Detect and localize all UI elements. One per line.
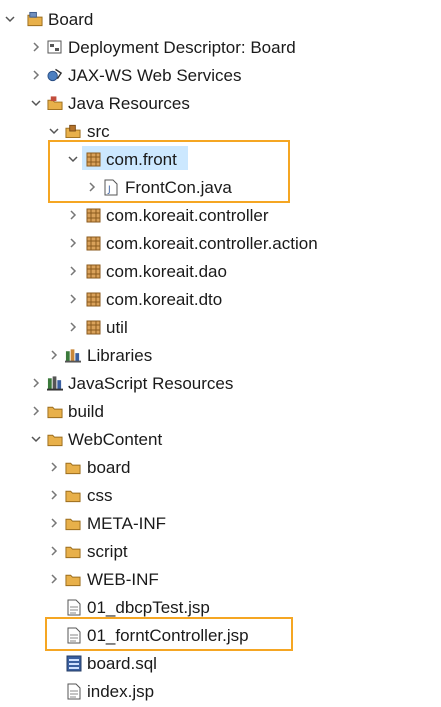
- tree-item-util[interactable]: util: [0, 315, 441, 339]
- tree-item-deployment-descriptor[interactable]: Deployment Descriptor: Board: [0, 35, 441, 59]
- tree-item-label: META-INF: [87, 514, 167, 533]
- tree-item-label: FrontCon.java: [125, 178, 232, 197]
- folder-icon: [65, 486, 81, 504]
- chevron-right-icon[interactable]: [66, 233, 80, 253]
- tree-item-label: Java Resources: [68, 94, 190, 113]
- tree-item-com-koreait-dto[interactable]: com.koreait.dto: [0, 287, 441, 311]
- tree-item-label: css: [87, 486, 113, 505]
- project-icon: [27, 10, 43, 28]
- chevron-right-icon[interactable]: [47, 345, 61, 365]
- tree-item-label: com.koreait.dao: [106, 262, 227, 281]
- chevron-down-icon[interactable]: [66, 149, 80, 169]
- tree-item-label: WebContent: [68, 430, 163, 449]
- chevron-right-icon[interactable]: [47, 541, 61, 561]
- libraries-icon: [65, 346, 81, 364]
- tree-item-meta-inf[interactable]: META-INF: [0, 511, 441, 535]
- web-services-icon: [47, 66, 63, 84]
- package-icon: [85, 234, 101, 252]
- tree-item-label: com.front: [106, 150, 177, 169]
- tree-item-label: build: [68, 402, 104, 421]
- tree-item-java-resources[interactable]: Java Resources: [0, 91, 441, 115]
- tree-item-board-sql[interactable]: board.sql: [0, 651, 441, 675]
- project-explorer-tree: Board Deployment Descriptor: Board JAX-W…: [0, 0, 441, 707]
- tree-item-label: Deployment Descriptor: Board: [68, 38, 296, 57]
- folder-icon: [65, 542, 81, 560]
- tree-item-label: com.koreait.controller: [106, 206, 269, 225]
- tree-item-webcontent[interactable]: WebContent: [0, 427, 441, 451]
- chevron-down-icon[interactable]: [3, 9, 17, 29]
- svg-text:J: J: [107, 185, 111, 195]
- tree-item-frontcon-java[interactable]: J FrontCon.java: [0, 175, 441, 199]
- tree-item-label: JavaScript Resources: [68, 374, 234, 393]
- tree-item-dbcptest-jsp[interactable]: 01_dbcpTest.jsp: [0, 595, 441, 619]
- sql-file-icon: [66, 654, 82, 672]
- chevron-down-icon[interactable]: [47, 121, 61, 141]
- folder-icon: [65, 570, 81, 588]
- tree-item-label: com.koreait.dto: [106, 290, 223, 309]
- deployment-descriptor-icon: [47, 38, 63, 56]
- tree-item-com-koreait-controller[interactable]: com.koreait.controller: [0, 203, 441, 227]
- tree-item-forntcontroller-jsp[interactable]: 01_forntController.jsp: [0, 623, 441, 647]
- tree-item-label: com.koreait.controller.action: [106, 234, 318, 253]
- chevron-right-icon[interactable]: [47, 457, 61, 477]
- tree-item-com-koreait-controller-action[interactable]: com.koreait.controller.action: [0, 231, 441, 255]
- chevron-right-icon[interactable]: [66, 205, 80, 225]
- tree-item-jax-ws[interactable]: JAX-WS Web Services: [0, 63, 441, 87]
- tree-item-label: board.sql: [87, 654, 157, 673]
- tree-item-com-front[interactable]: com.front: [0, 147, 441, 171]
- tree-item-label: Board: [48, 10, 94, 29]
- tree-item-board-folder[interactable]: board: [0, 455, 441, 479]
- jsp-file-icon: [66, 682, 82, 700]
- chevron-right-icon[interactable]: [66, 289, 80, 309]
- jsp-file-icon: [66, 598, 82, 616]
- chevron-right-icon[interactable]: [66, 261, 80, 281]
- package-icon: [85, 290, 101, 308]
- tree-item-label: WEB-INF: [87, 570, 159, 589]
- tree-item-css[interactable]: css: [0, 483, 441, 507]
- folder-icon: [47, 430, 63, 448]
- package-icon: [85, 318, 101, 336]
- chevron-right-icon[interactable]: [66, 317, 80, 337]
- package-icon: [85, 262, 101, 280]
- chevron-down-icon[interactable]: [29, 429, 43, 449]
- chevron-right-icon[interactable]: [29, 65, 43, 85]
- tree-item-label: Libraries: [87, 346, 153, 365]
- tree-item-script[interactable]: script: [0, 539, 441, 563]
- chevron-right-icon[interactable]: [29, 373, 43, 393]
- java-file-icon: J: [103, 178, 119, 196]
- folder-icon: [65, 458, 81, 476]
- chevron-right-icon[interactable]: [47, 513, 61, 533]
- tree-item-label: board: [87, 458, 131, 477]
- chevron-right-icon[interactable]: [47, 569, 61, 589]
- tree-item-web-inf[interactable]: WEB-INF: [0, 567, 441, 591]
- package-icon: [85, 206, 101, 224]
- tree-item-com-koreait-dao[interactable]: com.koreait.dao: [0, 259, 441, 283]
- chevron-right-icon[interactable]: [29, 401, 43, 421]
- java-resources-icon: [47, 94, 63, 112]
- tree-item-label: util: [106, 318, 128, 337]
- chevron-right-icon[interactable]: [85, 177, 99, 197]
- tree-item-label: index.jsp: [87, 682, 155, 701]
- chevron-down-icon[interactable]: [29, 93, 43, 113]
- tree-item-libraries[interactable]: Libraries: [0, 343, 441, 367]
- tree-item-label: 01_dbcpTest.jsp: [87, 598, 210, 617]
- tree-item-index-jsp[interactable]: index.jsp: [0, 679, 441, 703]
- chevron-right-icon[interactable]: [29, 37, 43, 57]
- tree-item-build[interactable]: build: [0, 399, 441, 423]
- source-folder-icon: [65, 122, 81, 140]
- tree-item-javascript-resources[interactable]: JavaScript Resources: [0, 371, 441, 395]
- javascript-resources-icon: [47, 374, 63, 392]
- package-icon: [85, 150, 101, 168]
- tree-item-project[interactable]: Board: [0, 7, 441, 31]
- folder-icon: [65, 514, 81, 532]
- tree-item-label: src: [87, 122, 110, 141]
- jsp-file-icon: [66, 626, 82, 644]
- tree-item-label: script: [87, 542, 128, 561]
- folder-icon: [47, 402, 63, 420]
- tree-item-src[interactable]: src: [0, 119, 441, 143]
- chevron-right-icon[interactable]: [47, 485, 61, 505]
- tree-item-label: 01_forntController.jsp: [87, 626, 249, 645]
- tree-item-label: JAX-WS Web Services: [68, 66, 242, 85]
